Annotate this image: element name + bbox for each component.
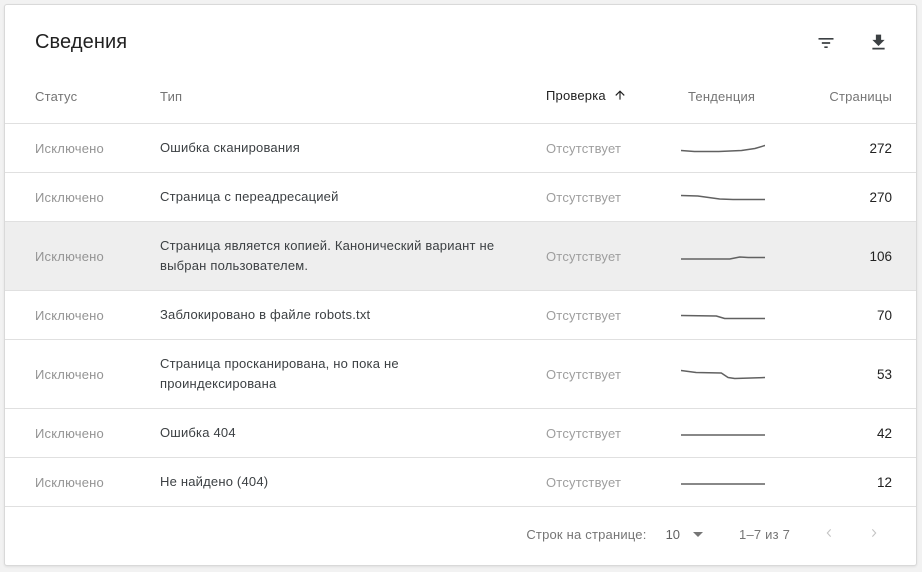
table-row[interactable]: Исключено Страница является копией. Кано… bbox=[5, 222, 916, 291]
cell-verification: Отсутствует bbox=[546, 366, 622, 382]
cell-status: Исключено bbox=[35, 425, 104, 441]
cell-pages: 42 bbox=[876, 425, 892, 441]
cell-verification: Отсутствует bbox=[546, 425, 622, 441]
previous-page-button[interactable] bbox=[806, 512, 851, 556]
cell-status: Исключено bbox=[35, 189, 104, 205]
chevron-left-icon bbox=[821, 525, 837, 544]
cell-status: Исключено bbox=[35, 474, 104, 490]
details-card: Сведения Статус Тип Проверка Тенденция С… bbox=[4, 4, 917, 566]
cell-verification: Отсутствует bbox=[546, 140, 622, 156]
cell-verification: Отсутствует bbox=[546, 474, 622, 490]
topbar-actions bbox=[814, 30, 890, 56]
pager bbox=[806, 512, 896, 556]
cell-type: Страница просканирована, но пока не прои… bbox=[160, 356, 399, 391]
column-header-verification[interactable]: Проверка bbox=[546, 87, 688, 104]
column-header-status[interactable]: Статус bbox=[35, 89, 160, 104]
cell-type: Заблокировано в файле robots.txt bbox=[160, 307, 371, 322]
table-row[interactable]: Исключено Ошибка сканирования Отсутствуе… bbox=[5, 124, 916, 173]
download-icon bbox=[868, 32, 889, 56]
cell-type: Страница является копией. Канонический в… bbox=[160, 238, 495, 273]
table-row[interactable]: Исключено Заблокировано в файле robots.t… bbox=[5, 291, 916, 340]
column-header-trend[interactable]: Тенденция bbox=[688, 89, 800, 104]
cell-type: Страница с переадресацией bbox=[160, 189, 339, 204]
cell-pages: 53 bbox=[876, 366, 892, 382]
cell-type: Не найдено (404) bbox=[160, 474, 269, 489]
cell-pages: 272 bbox=[869, 140, 892, 156]
table-header-row: Статус Тип Проверка Тенденция Страницы bbox=[5, 56, 916, 124]
rows-per-page-label: Строк на странице: bbox=[526, 526, 647, 542]
table-row[interactable]: Исключено Страница с переадресацией Отсу… bbox=[5, 173, 916, 222]
table-row[interactable]: Исключено Не найдено (404) Отсутствует 1… bbox=[5, 458, 916, 507]
cell-status: Исключено bbox=[35, 366, 104, 382]
filter-button[interactable] bbox=[814, 32, 838, 56]
rows-per-page-value: 10 bbox=[665, 526, 681, 542]
table-row[interactable]: Исключено Страница просканирована, но по… bbox=[5, 340, 916, 409]
trend-sparkline bbox=[681, 308, 793, 323]
cell-type: Ошибка 404 bbox=[160, 425, 236, 440]
cell-verification: Отсутствует bbox=[546, 307, 622, 323]
cell-status: Исключено bbox=[35, 307, 104, 323]
column-header-pages[interactable]: Страницы bbox=[800, 89, 892, 104]
chevron-right-icon bbox=[866, 525, 882, 544]
sort-arrow-up-icon bbox=[613, 87, 627, 104]
trend-sparkline bbox=[681, 249, 793, 264]
next-page-button[interactable] bbox=[851, 512, 896, 556]
cell-verification: Отсутствует bbox=[546, 248, 622, 264]
table-row[interactable]: Исключено Ошибка 404 Отсутствует 42 bbox=[5, 409, 916, 458]
cell-pages: 106 bbox=[869, 248, 892, 264]
column-header-type[interactable]: Тип bbox=[160, 89, 546, 104]
caret-down-icon bbox=[693, 531, 704, 537]
trend-sparkline bbox=[681, 426, 793, 441]
download-button[interactable] bbox=[866, 32, 890, 56]
table-body: Исключено Ошибка сканирования Отсутствуе… bbox=[5, 124, 916, 507]
cell-status: Исключено bbox=[35, 248, 104, 264]
cell-pages: 70 bbox=[876, 307, 892, 323]
column-header-verification-label: Проверка bbox=[546, 88, 606, 103]
trend-sparkline bbox=[681, 141, 793, 156]
cell-pages: 270 bbox=[869, 189, 892, 205]
cell-status: Исключено bbox=[35, 140, 104, 156]
trend-sparkline bbox=[681, 475, 793, 490]
cell-pages: 12 bbox=[876, 474, 892, 490]
cell-verification: Отсутствует bbox=[546, 189, 622, 205]
rows-per-page-select[interactable]: 10 bbox=[665, 526, 704, 542]
pagination-range: 1–7 из 7 bbox=[739, 526, 790, 542]
trend-sparkline bbox=[681, 190, 793, 205]
pagination-bar: Строк на странице: 10 1–7 из 7 bbox=[5, 509, 916, 565]
trend-sparkline bbox=[681, 367, 793, 382]
filter-icon bbox=[816, 33, 836, 56]
page-title: Сведения bbox=[35, 31, 128, 53]
cell-type: Ошибка сканирования bbox=[160, 140, 300, 155]
topbar: Сведения bbox=[5, 5, 916, 56]
